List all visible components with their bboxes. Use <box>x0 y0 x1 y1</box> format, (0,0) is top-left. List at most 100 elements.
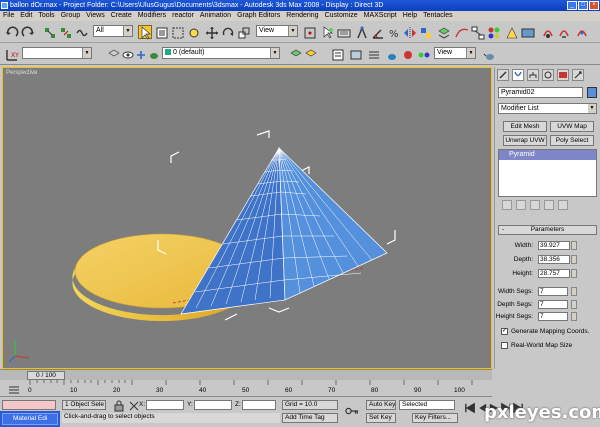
show-end-result-icon[interactable] <box>516 200 526 210</box>
absolute-mode-icon[interactable] <box>126 398 139 411</box>
taskbar-material-editor[interactable]: Material Edi <box>2 413 58 425</box>
select-object-icon[interactable] <box>138 25 152 40</box>
menu-tools[interactable]: Tools <box>38 11 54 21</box>
selection-filter-dropdown[interactable]: All ▼ <box>93 25 133 37</box>
modify-tab-icon[interactable] <box>512 69 524 81</box>
layer-list-icon[interactable] <box>106 47 120 61</box>
width-segs-spinner[interactable] <box>571 287 577 296</box>
menu-maxscript[interactable]: MAXScript <box>364 11 397 21</box>
lock-selection-icon[interactable] <box>111 398 124 412</box>
menu-graph-editors[interactable]: Graph Editors <box>237 11 280 21</box>
modifier-list-dropdown[interactable]: Modifier List ▼ <box>498 103 597 114</box>
keyboard-shortcut-toggle-icon[interactable] <box>336 25 351 39</box>
bind-space-warp-icon[interactable] <box>74 25 88 39</box>
menu-customize[interactable]: Customize <box>325 11 358 21</box>
height-input[interactable]: 28.757 <box>538 269 570 278</box>
poly-select-button[interactable]: Poly Select <box>550 135 594 146</box>
add-time-tag-button[interactable]: Add Time Tag <box>282 413 338 423</box>
snaps-toggle-icon[interactable] <box>354 25 368 39</box>
select-rotate-icon[interactable] <box>220 25 234 39</box>
undo-icon[interactable] <box>4 25 19 39</box>
quick-render-icon[interactable] <box>540 25 554 39</box>
menu-tentacles[interactable]: Tentacles <box>423 11 453 21</box>
menu-group[interactable]: Group <box>61 11 80 21</box>
material-editor-icon[interactable] <box>486 25 500 39</box>
stack-item-pyramid[interactable]: Pyramid <box>499 150 596 160</box>
pivot-center-icon[interactable] <box>302 25 316 39</box>
uvw-map-button[interactable]: UVW Map <box>550 121 594 132</box>
depth-input[interactable]: 38.356 <box>538 255 570 264</box>
depth-spinner[interactable] <box>571 255 577 264</box>
layer-manager-2-icon[interactable] <box>330 47 344 61</box>
ribbon-icon[interactable] <box>366 47 380 61</box>
render-iterative-icon[interactable] <box>574 25 588 39</box>
modifier-stack[interactable]: Pyramid <box>498 149 597 197</box>
auto-key-button[interactable]: Auto Key <box>366 400 396 410</box>
unwrap-uvw-button[interactable]: Unwrap UVW <box>503 135 547 146</box>
angle-snap-icon[interactable] <box>370 25 384 39</box>
minimize-button[interactable]: _ <box>567 1 577 10</box>
menu-animation[interactable]: Animation <box>200 11 231 21</box>
remove-modifier-icon[interactable] <box>544 200 554 210</box>
material-ball-icon[interactable] <box>400 47 414 61</box>
render-teapot-button-icon[interactable] <box>482 47 496 61</box>
mini-curve-editor-icon[interactable] <box>6 382 19 394</box>
select-scale-icon[interactable] <box>236 25 250 39</box>
layer-dropdown[interactable]: 0 (default) ▼ <box>162 47 280 59</box>
named-selection-dropdown[interactable]: ▼ <box>22 47 92 59</box>
generate-mapping-checkbox[interactable]: ✓ Generate Mapping Coords. <box>501 327 589 336</box>
create-layer-icon[interactable] <box>288 47 302 61</box>
menu-views[interactable]: Views <box>86 11 105 21</box>
percent-snap-icon[interactable]: % <box>386 25 400 40</box>
hierarchy-tab-icon[interactable] <box>527 69 539 81</box>
perspective-viewport[interactable]: Perspective <box>2 67 492 369</box>
height-segs-input[interactable]: 7 <box>538 312 568 321</box>
pyramid-object[interactable] <box>180 146 388 315</box>
depth-segs-spinner[interactable] <box>571 300 577 309</box>
schematic-view-icon[interactable] <box>470 25 485 40</box>
z-coordinate-input[interactable] <box>242 400 276 410</box>
depth-segs-input[interactable]: 7 <box>538 300 568 309</box>
select-by-name-icon[interactable] <box>154 25 168 39</box>
track-bar[interactable]: 0 10 20 30 40 50 60 70 80 90 100 <box>0 380 492 397</box>
freeze-icon[interactable] <box>133 47 147 61</box>
maximize-button[interactable]: □ <box>578 1 588 10</box>
shading-balls-icon[interactable] <box>416 47 430 61</box>
add-to-layer-icon[interactable] <box>303 47 317 61</box>
utilities-tab-icon[interactable] <box>572 69 584 81</box>
axis-constraint-icon[interactable]: XY <box>4 47 19 61</box>
object-name-field[interactable]: Pyramid02 <box>498 87 583 98</box>
previous-frame-icon[interactable] <box>474 400 487 413</box>
reference-coordinate-dropdown[interactable]: View ▼ <box>256 25 298 37</box>
time-slider[interactable]: 0 / 100 <box>0 369 492 380</box>
toggle-scene-explorer-icon[interactable] <box>348 47 362 61</box>
pin-stack-icon[interactable] <box>502 200 512 210</box>
menu-file[interactable]: File <box>3 11 14 21</box>
layer-manager-icon[interactable] <box>436 25 450 39</box>
create-tab-icon[interactable] <box>497 69 509 81</box>
edit-mesh-button[interactable]: Edit Mesh <box>503 121 547 132</box>
menu-modifiers[interactable]: Modifiers <box>138 11 166 21</box>
teapot-render-icon[interactable] <box>384 47 398 61</box>
menu-help[interactable]: Help <box>403 11 417 21</box>
x-coordinate-input[interactable] <box>146 400 184 410</box>
app-icon[interactable] <box>1 2 8 9</box>
select-manipulate-icon[interactable] <box>320 25 334 39</box>
real-world-map-checkbox[interactable]: Real-World Map Size <box>501 341 572 350</box>
y-coordinate-input[interactable] <box>194 400 232 410</box>
go-to-start-icon[interactable] <box>462 400 475 414</box>
menu-rendering[interactable]: Rendering <box>286 11 318 21</box>
menu-edit[interactable]: Edit <box>20 11 32 21</box>
menu-create[interactable]: Create <box>111 11 132 21</box>
unlink-icon[interactable] <box>58 25 72 39</box>
render-setup-icon[interactable] <box>504 25 518 39</box>
maxscript-listener-field[interactable] <box>2 400 56 410</box>
width-segs-input[interactable]: 7 <box>538 287 568 296</box>
menu-reactor[interactable]: reactor <box>172 11 194 21</box>
key-mode-dropdown[interactable]: Selected <box>399 400 455 410</box>
rollout-collapse-icon[interactable]: - <box>502 226 504 234</box>
width-input[interactable]: 39.927 <box>538 241 570 250</box>
set-key-icon[interactable] <box>344 403 360 417</box>
render-production-icon[interactable] <box>556 25 570 39</box>
rectangle-selection-icon[interactable] <box>170 25 184 39</box>
